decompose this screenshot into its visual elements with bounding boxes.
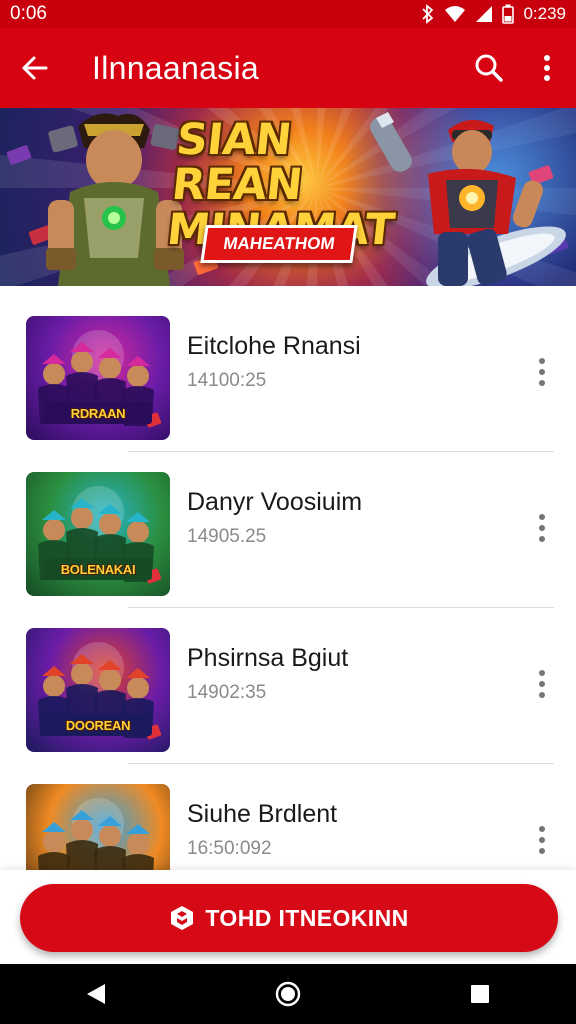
search-button[interactable] xyxy=(460,28,518,108)
more-dot xyxy=(539,692,545,698)
search-icon xyxy=(475,54,503,82)
promo-banner[interactable]: SIAN REAN MINAMAT MAHEATHOM xyxy=(0,108,576,286)
nav-back-icon xyxy=(87,984,105,1004)
more-dot xyxy=(539,681,545,687)
back-arrow-icon xyxy=(22,56,48,80)
more-dot xyxy=(539,369,545,375)
more-dot xyxy=(539,536,545,542)
item-subtitle: 16:50:092 xyxy=(187,838,272,859)
thumbnail-illustration xyxy=(38,798,154,870)
item-more-button[interactable] xyxy=(528,666,556,702)
app-bar: Ilnnaanasia xyxy=(0,28,576,108)
page-title: Ilnnaanasia xyxy=(92,49,259,86)
thumbnail-label: DOOREAN xyxy=(44,714,152,736)
nav-home-icon xyxy=(275,981,301,1007)
banner-subtitle: MAHEATHOM xyxy=(200,225,358,263)
item-more-button[interactable] xyxy=(528,510,556,546)
item-more-button[interactable] xyxy=(528,822,556,858)
more-dot xyxy=(539,358,545,364)
nav-recents-button[interactable] xyxy=(450,964,510,1024)
item-title: Danyr Voosiuim xyxy=(187,488,363,516)
more-dot xyxy=(539,525,545,531)
status-right-time: 0:239 xyxy=(523,4,566,23)
more-dot xyxy=(539,848,545,854)
cta-logo-icon xyxy=(171,906,194,930)
thumbnail-label: BOLENAKAI xyxy=(44,558,152,580)
more-dot xyxy=(539,670,545,676)
primary-action-button[interactable]: TOHD ITNEOKINN xyxy=(20,884,558,952)
item-title: Phsirnsa Bgiut xyxy=(187,644,349,672)
more-dot xyxy=(539,514,545,520)
item-subtitle: 14100:25 xyxy=(187,370,267,391)
status-bar: 0:06 0:239 xyxy=(0,0,576,28)
item-thumbnail: DINHANIAS xyxy=(26,784,170,870)
more-dot xyxy=(539,826,545,832)
signal-icon xyxy=(475,5,493,23)
system-nav-bar xyxy=(0,964,576,1024)
item-thumbnail: DOOREAN xyxy=(26,628,170,752)
overflow-menu-button[interactable] xyxy=(518,28,576,108)
list-item[interactable]: DOOREAN Phsirnsa Bgiut 14902:35 xyxy=(0,608,576,764)
thumbnail-label: RDRAAN xyxy=(44,402,152,424)
item-subtitle: 14905.25 xyxy=(187,526,267,547)
nav-back-button[interactable] xyxy=(66,964,126,1024)
status-time: 0:06 xyxy=(10,3,47,24)
item-thumbnail: RDRAAN xyxy=(26,316,170,440)
bottom-action-area: TOHD ITNEOKINN xyxy=(0,870,576,964)
list-item[interactable]: DINHANIAS Siuhe Brdlent 16:50:092 xyxy=(0,764,576,870)
list-item[interactable]: RDRAAN Eitclohe Rnansi 14100:25 xyxy=(0,296,576,452)
banner-title-line-1: SIAN REAN xyxy=(169,115,305,210)
nav-recents-icon xyxy=(471,985,489,1003)
bluetooth-icon xyxy=(421,4,435,24)
item-thumbnail: BOLENAKAI xyxy=(26,472,170,596)
primary-action-label: TOHD ITNEOKINN xyxy=(205,904,409,931)
list-item[interactable]: BOLENAKAI Danyr Voosiuim 14905.25 xyxy=(0,452,576,608)
item-subtitle: 14902:35 xyxy=(187,682,267,703)
app-screen: 0:06 0:239 Ilnnaanasia SIAN REAN MAHEATH… xyxy=(0,0,576,1024)
item-title: Eitclohe Rnansi xyxy=(187,332,361,360)
banner-hero-left-illustration xyxy=(46,113,184,286)
battery-icon xyxy=(502,4,515,24)
item-more-button[interactable] xyxy=(528,354,556,390)
status-icons: 0:239 xyxy=(421,4,566,24)
more-dot xyxy=(539,837,545,843)
game-list: RDRAAN Eitclohe Rnansi 14100:25 BOLENAKAI Da… xyxy=(0,296,576,870)
item-title: Siuhe Brdlent xyxy=(187,800,338,828)
more-dot xyxy=(539,380,545,386)
wifi-icon xyxy=(444,5,466,23)
overflow-menu-icon xyxy=(544,55,550,81)
back-button[interactable] xyxy=(0,28,68,108)
nav-home-button[interactable] xyxy=(258,964,318,1024)
